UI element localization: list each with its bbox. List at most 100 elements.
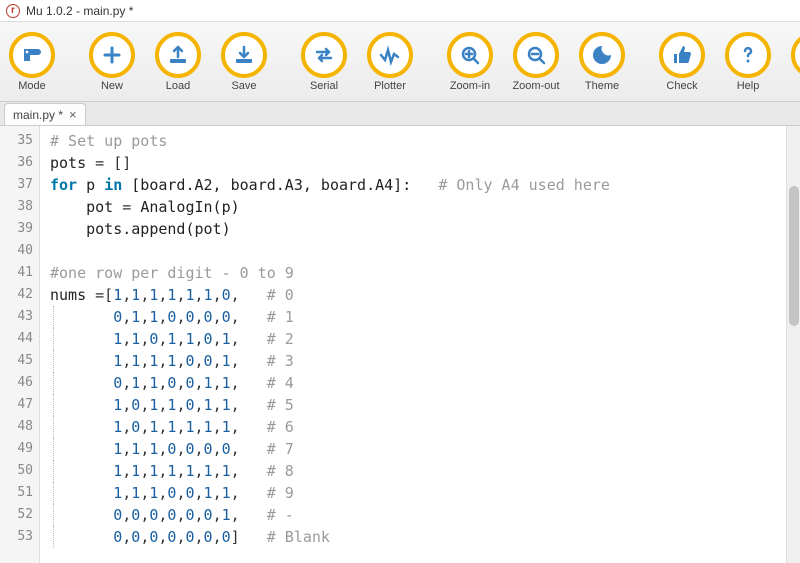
token-num: 1 bbox=[131, 308, 140, 326]
token-num: 0 bbox=[204, 528, 213, 546]
scrollbar-thumb[interactable] bbox=[789, 186, 799, 326]
token-op: , bbox=[213, 286, 222, 304]
token-op: =[ bbox=[95, 286, 113, 304]
code-area[interactable]: # Set up pots pots = []for p in [board.A2… bbox=[40, 126, 800, 563]
token-op: , bbox=[213, 418, 222, 436]
token-op: , bbox=[140, 462, 149, 480]
token-num: 0 bbox=[185, 374, 194, 392]
token-op: , bbox=[213, 528, 222, 546]
theme-button[interactable]: Theme bbox=[576, 32, 628, 92]
token-op: , bbox=[195, 352, 204, 370]
scrollbar[interactable] bbox=[786, 126, 800, 563]
token-num: 1 bbox=[131, 374, 140, 392]
token-op: , bbox=[140, 506, 149, 524]
code-line[interactable]: 1,1,1,0,0,0,0, # 7 bbox=[50, 438, 800, 460]
token-num: 1 bbox=[113, 330, 122, 348]
line-number: 50 bbox=[0, 460, 33, 482]
token-op: , bbox=[140, 330, 149, 348]
quit-button[interactable]: Quit bbox=[788, 32, 800, 92]
token-cm: # 3 bbox=[267, 352, 294, 370]
new-button[interactable]: New bbox=[86, 32, 138, 92]
line-number: 49 bbox=[0, 438, 33, 460]
token-num: 1 bbox=[185, 330, 194, 348]
token-op: , bbox=[140, 484, 149, 502]
code-line[interactable]: 0,0,0,0,0,0,1, # - bbox=[50, 504, 800, 526]
line-number: 51 bbox=[0, 482, 33, 504]
token-num: 0 bbox=[222, 286, 231, 304]
close-icon[interactable]: × bbox=[69, 107, 77, 122]
token-op bbox=[50, 440, 113, 458]
token-num: 1 bbox=[222, 484, 231, 502]
token-num: 1 bbox=[204, 396, 213, 414]
line-number: 45 bbox=[0, 350, 33, 372]
code-line[interactable]: 1,0,1,1,0,1,1, # 5 bbox=[50, 394, 800, 416]
code-line[interactable]: 1,0,1,1,1,1,1, # 6 bbox=[50, 416, 800, 438]
plotter-button[interactable]: Plotter bbox=[364, 32, 416, 92]
code-line[interactable]: pots = [] bbox=[50, 152, 800, 174]
token-num: 0 bbox=[204, 506, 213, 524]
token-num: 1 bbox=[113, 462, 122, 480]
toolbar-group: Mode bbox=[6, 32, 58, 92]
code-line[interactable]: nums =[1,1,1,1,1,1,0, # 0 bbox=[50, 284, 800, 306]
code-line[interactable]: 0,1,1,0,0,1,1, # 4 bbox=[50, 372, 800, 394]
line-number: 40 bbox=[0, 240, 33, 262]
token-num: 0 bbox=[131, 418, 140, 436]
token-kw: for bbox=[50, 176, 77, 194]
token-cm: # Set up pots bbox=[50, 132, 167, 150]
code-line[interactable]: 1,1,0,1,1,0,1, # 2 bbox=[50, 328, 800, 350]
check-button[interactable]: Check bbox=[656, 32, 708, 92]
token-num: 1 bbox=[222, 330, 231, 348]
load-button[interactable]: Load bbox=[152, 32, 204, 92]
token-op: , bbox=[231, 374, 267, 392]
help-icon bbox=[725, 32, 771, 78]
token-cm: #one row per digit - 0 to 9 bbox=[50, 264, 294, 282]
code-line[interactable]: pot = AnalogIn(p) bbox=[50, 196, 800, 218]
serial-button[interactable]: Serial bbox=[298, 32, 350, 92]
code-line[interactable]: 1,1,1,0,0,1,1, # 9 bbox=[50, 482, 800, 504]
line-number: 43 bbox=[0, 306, 33, 328]
token-op: , bbox=[213, 352, 222, 370]
token-num: 0 bbox=[185, 308, 194, 326]
token-op: , bbox=[122, 484, 131, 502]
save-button[interactable]: Save bbox=[218, 32, 270, 92]
token-op: , bbox=[122, 462, 131, 480]
token-op: , bbox=[231, 462, 267, 480]
code-line[interactable]: # Set up pots bbox=[50, 130, 800, 152]
token-id: pots bbox=[50, 154, 95, 172]
token-op: , bbox=[195, 286, 204, 304]
token-num: 1 bbox=[113, 352, 122, 370]
code-line[interactable]: 1,1,1,1,1,1,1, # 8 bbox=[50, 460, 800, 482]
line-number: 44 bbox=[0, 328, 33, 350]
code-line[interactable]: 0,0,0,0,0,0,0] # Blank bbox=[50, 526, 800, 548]
mode-button[interactable]: Mode bbox=[6, 32, 58, 92]
token-op: , bbox=[195, 440, 204, 458]
token-op bbox=[50, 462, 113, 480]
toolbar-label: Help bbox=[737, 80, 760, 92]
tab-main-py[interactable]: main.py * × bbox=[4, 103, 86, 125]
token-num: 1 bbox=[204, 418, 213, 436]
token-op: , bbox=[195, 330, 204, 348]
token-op: , bbox=[195, 506, 204, 524]
help-button[interactable]: Help bbox=[722, 32, 774, 92]
toolbar-group: Zoom-in Zoom-out Theme bbox=[444, 32, 628, 92]
code-line[interactable]: for p in [board.A2, board.A3, board.A4]:… bbox=[50, 174, 800, 196]
zoomout-button[interactable]: Zoom-out bbox=[510, 32, 562, 92]
token-cm: # 0 bbox=[267, 286, 294, 304]
editor[interactable]: 35363738394041424344454647484950515253 #… bbox=[0, 126, 800, 563]
code-line[interactable]: 1,1,1,1,0,0,1, # 3 bbox=[50, 350, 800, 372]
token-op: , bbox=[140, 374, 149, 392]
zoom-in-icon bbox=[447, 32, 493, 78]
token-op: , bbox=[213, 506, 222, 524]
token-num: 1 bbox=[131, 352, 140, 370]
code-line[interactable]: pots.append(pot) bbox=[50, 218, 800, 240]
code-line[interactable] bbox=[50, 240, 800, 262]
zoomin-button[interactable]: Zoom-in bbox=[444, 32, 496, 92]
code-line[interactable]: #one row per digit - 0 to 9 bbox=[50, 262, 800, 284]
token-op bbox=[50, 308, 113, 326]
toolbar-label: Zoom-in bbox=[450, 80, 490, 92]
token-num: 1 bbox=[185, 462, 194, 480]
code-line[interactable]: 0,1,1,0,0,0,0, # 1 bbox=[50, 306, 800, 328]
token-op bbox=[50, 396, 113, 414]
token-id: AnalogIn(p) bbox=[140, 198, 239, 216]
token-op: , bbox=[231, 440, 267, 458]
